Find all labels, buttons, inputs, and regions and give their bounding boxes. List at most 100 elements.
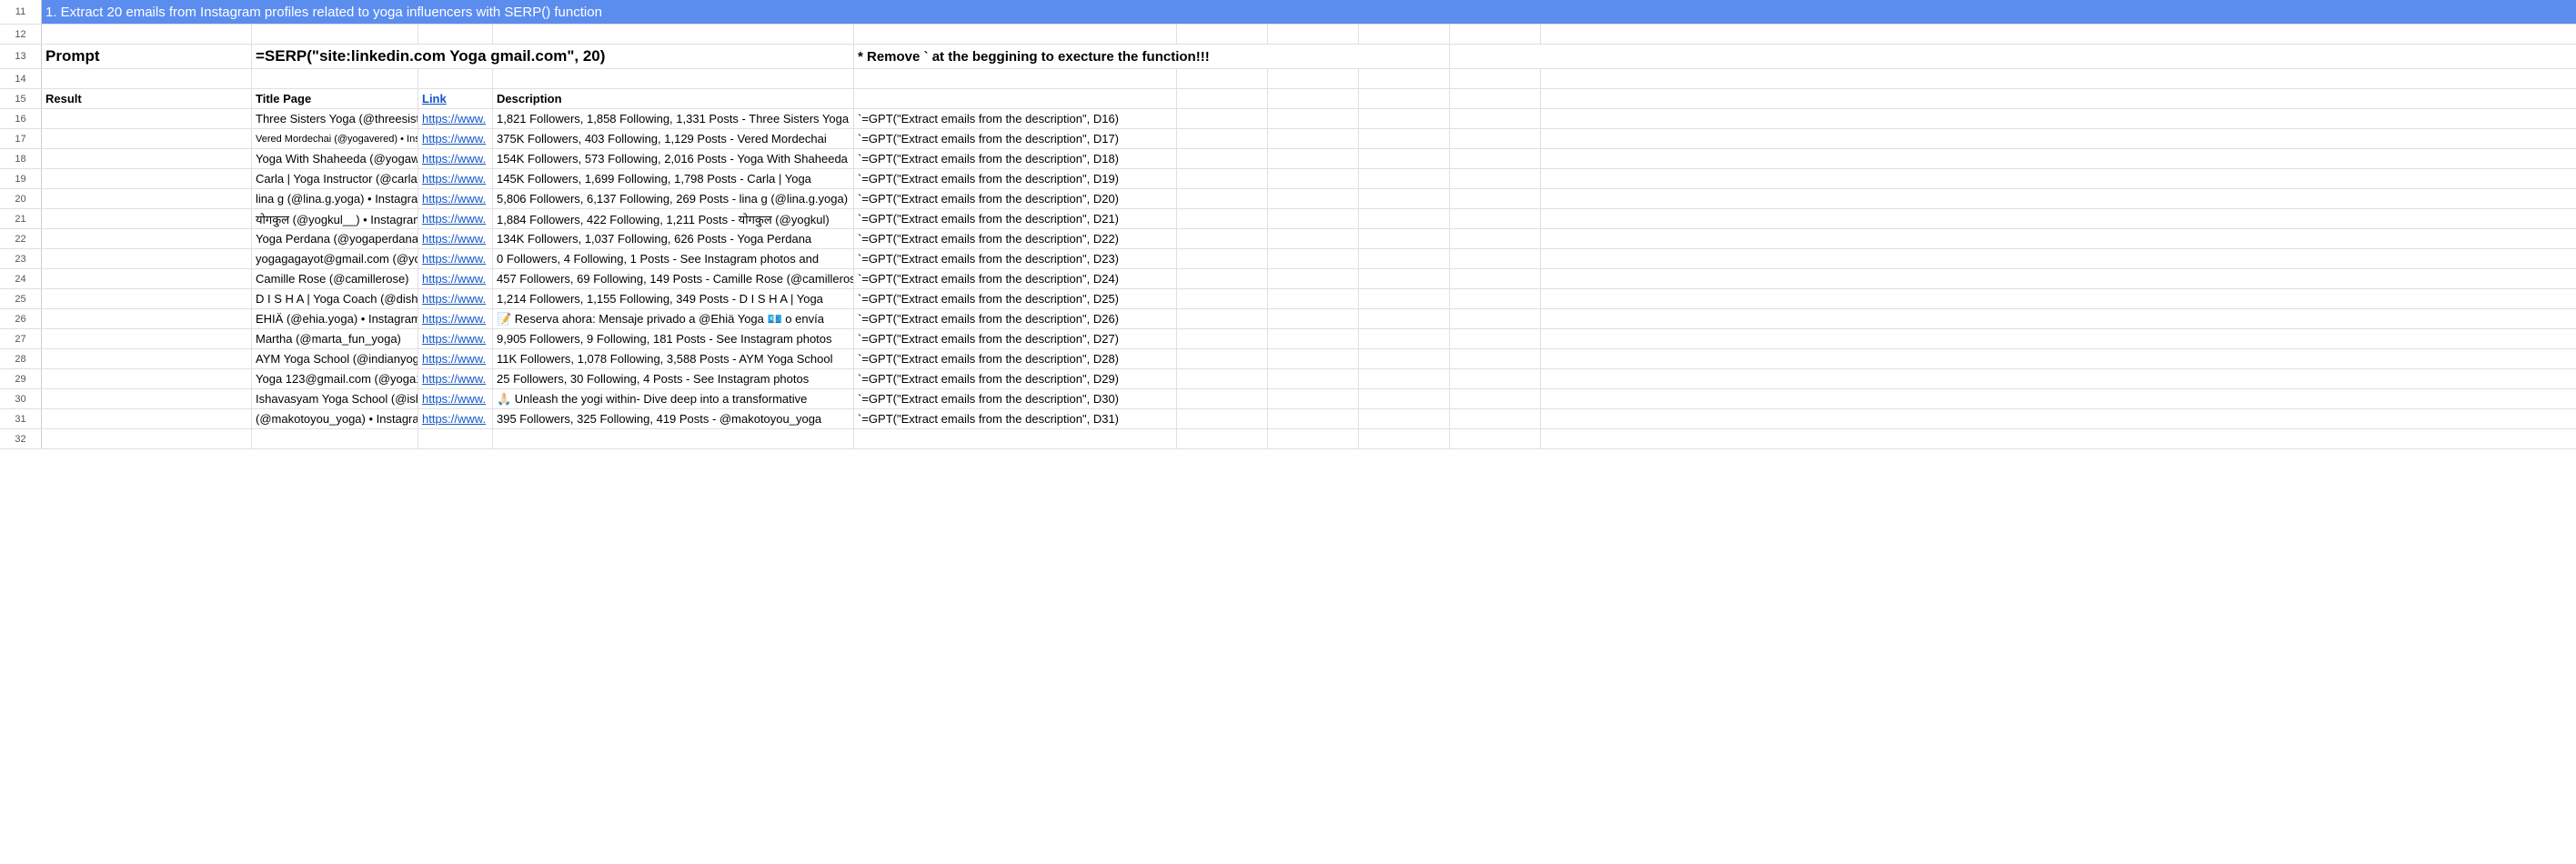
row-header[interactable]: 20	[0, 189, 42, 208]
link-cell[interactable]: https://www.	[418, 109, 493, 128]
desc-cell[interactable]: 154K Followers, 573 Following, 2,016 Pos…	[493, 149, 854, 168]
desc-cell[interactable]: 457 Followers, 69 Following, 149 Posts -…	[493, 269, 854, 288]
table-row[interactable]: 26EHIÄ (@ehia.yoga) • Instagramhttps://w…	[0, 309, 2576, 329]
gpt-cell[interactable]: `=GPT("Extract emails from the descripti…	[854, 289, 1177, 308]
link-cell[interactable]: https://www.	[418, 229, 493, 248]
cell[interactable]	[1177, 209, 1268, 228]
cell[interactable]	[1177, 189, 1268, 208]
cell[interactable]	[1450, 209, 1541, 228]
cell[interactable]	[1450, 409, 1541, 428]
row-header[interactable]: 24	[0, 269, 42, 288]
gpt-cell[interactable]: `=GPT("Extract emails from the descripti…	[854, 349, 1177, 368]
spreadsheet-grid[interactable]: 11 1. Extract 20 emails from Instagram p…	[0, 0, 2576, 449]
link-cell[interactable]: https://www.	[418, 369, 493, 388]
cell[interactable]	[42, 169, 252, 188]
cell[interactable]	[1177, 149, 1268, 168]
desc-cell[interactable]: 11K Followers, 1,078 Following, 3,588 Po…	[493, 349, 854, 368]
desc-cell[interactable]: 145K Followers, 1,699 Following, 1,798 P…	[493, 169, 854, 188]
cell[interactable]	[1268, 229, 1359, 248]
link-cell[interactable]: https://www.	[418, 409, 493, 428]
link-cell[interactable]: https://www.	[418, 289, 493, 308]
row-header-15[interactable]: 15	[0, 89, 42, 108]
row-header[interactable]: 23	[0, 249, 42, 268]
title-cell[interactable]: Carla | Yoga Instructor (@carla.yoga)	[252, 169, 418, 188]
row-11[interactable]: 11 1. Extract 20 emails from Instagram p…	[0, 0, 2576, 25]
cell[interactable]	[1359, 349, 1450, 368]
cell[interactable]	[1268, 89, 1359, 108]
table-row[interactable]: 22Yoga Perdana (@yogaperdana)https://www…	[0, 229, 2576, 249]
row-12[interactable]: 12	[0, 25, 2576, 45]
gpt-cell[interactable]: `=GPT("Extract emails from the descripti…	[854, 249, 1177, 268]
desc-cell[interactable]: 📝 Reserva ahora: Mensaje privado a @Ehiä…	[493, 309, 854, 328]
cell[interactable]	[1268, 149, 1359, 168]
cell[interactable]	[42, 69, 252, 88]
header-title[interactable]: Title Page	[252, 89, 418, 108]
link-cell[interactable]: https://www.	[418, 329, 493, 348]
table-row[interactable]: 31(@makotoyou_yoga) • Instagramhttps://w…	[0, 409, 2576, 429]
link-cell[interactable]: https://www.	[418, 349, 493, 368]
cell[interactable]	[1268, 209, 1359, 228]
gpt-cell[interactable]: `=GPT("Extract emails from the descripti…	[854, 149, 1177, 168]
cell[interactable]	[42, 249, 252, 268]
gpt-cell[interactable]: `=GPT("Extract emails from the descripti…	[854, 369, 1177, 388]
row-header-13[interactable]: 13	[0, 45, 42, 68]
cell[interactable]	[1359, 149, 1450, 168]
cell[interactable]	[42, 129, 252, 148]
cell[interactable]	[42, 409, 252, 428]
title-cell[interactable]: Vered Mordechai (@yogavered) • Instagram	[252, 129, 418, 148]
title-cell[interactable]: EHIÄ (@ehia.yoga) • Instagram	[252, 309, 418, 328]
title-cell[interactable]: AYM Yoga School (@indianyogaschool)	[252, 349, 418, 368]
cell[interactable]	[1177, 25, 1268, 44]
gpt-cell[interactable]: `=GPT("Extract emails from the descripti…	[854, 109, 1177, 128]
cell[interactable]	[1450, 229, 1541, 248]
cell[interactable]	[1359, 89, 1450, 108]
desc-cell[interactable]: 0 Followers, 4 Following, 1 Posts - See …	[493, 249, 854, 268]
row-header-12[interactable]: 12	[0, 25, 42, 44]
cell[interactable]	[1177, 369, 1268, 388]
link-cell[interactable]: https://www.	[418, 129, 493, 148]
table-row[interactable]: 29Yoga 123@gmail.com (@yoga123)https://w…	[0, 369, 2576, 389]
table-row[interactable]: 25D I S H A | Yoga Coach (@disha.yoga)ht…	[0, 289, 2576, 309]
cell[interactable]	[1359, 189, 1450, 208]
cell[interactable]	[1268, 129, 1359, 148]
gpt-cell[interactable]: `=GPT("Extract emails from the descripti…	[854, 169, 1177, 188]
cell[interactable]	[1268, 289, 1359, 308]
table-row[interactable]: 18Yoga With Shaheeda (@yogawithshaheeda)…	[0, 149, 2576, 169]
cell[interactable]	[42, 369, 252, 388]
cell[interactable]	[42, 349, 252, 368]
cell[interactable]	[1359, 409, 1450, 428]
title-cell[interactable]: Yoga With Shaheeda (@yogawithshaheeda)	[252, 149, 418, 168]
desc-cell[interactable]: 🙏🏻 Unleash the yogi within- Dive deep in…	[493, 389, 854, 408]
cell[interactable]	[1268, 69, 1359, 88]
row-header[interactable]: 29	[0, 369, 42, 388]
link-cell[interactable]: https://www.	[418, 249, 493, 268]
cell[interactable]	[42, 289, 252, 308]
cell[interactable]	[1359, 369, 1450, 388]
prompt-label[interactable]: Prompt	[42, 45, 252, 68]
cell[interactable]	[252, 69, 418, 88]
cell[interactable]	[1359, 209, 1450, 228]
header-desc[interactable]: Description	[493, 89, 854, 108]
cell[interactable]	[1268, 409, 1359, 428]
title-cell[interactable]: (@makotoyou_yoga) • Instagram	[252, 409, 418, 428]
cell[interactable]	[1450, 129, 1541, 148]
cell[interactable]	[1177, 309, 1268, 328]
cell[interactable]	[1268, 309, 1359, 328]
table-row[interactable]: 23yogagagayot@gmail.com (@yogagagayot)ht…	[0, 249, 2576, 269]
cell[interactable]	[1268, 189, 1359, 208]
cell[interactable]	[418, 69, 493, 88]
desc-cell[interactable]: 1,884 Followers, 422 Following, 1,211 Po…	[493, 209, 854, 228]
cell[interactable]	[493, 69, 854, 88]
row-header[interactable]: 17	[0, 129, 42, 148]
cell[interactable]	[1268, 169, 1359, 188]
title-cell[interactable]: Ishavasyam Yoga School (@ishavasyam)	[252, 389, 418, 408]
desc-cell[interactable]: 25 Followers, 30 Following, 4 Posts - Se…	[493, 369, 854, 388]
cell[interactable]	[1268, 329, 1359, 348]
link-cell[interactable]: https://www.	[418, 209, 493, 228]
row-header[interactable]: 22	[0, 229, 42, 248]
cell[interactable]	[1450, 189, 1541, 208]
cell[interactable]	[1268, 349, 1359, 368]
cell[interactable]	[1450, 25, 1541, 44]
cell[interactable]	[493, 25, 854, 44]
link-cell[interactable]: https://www.	[418, 389, 493, 408]
